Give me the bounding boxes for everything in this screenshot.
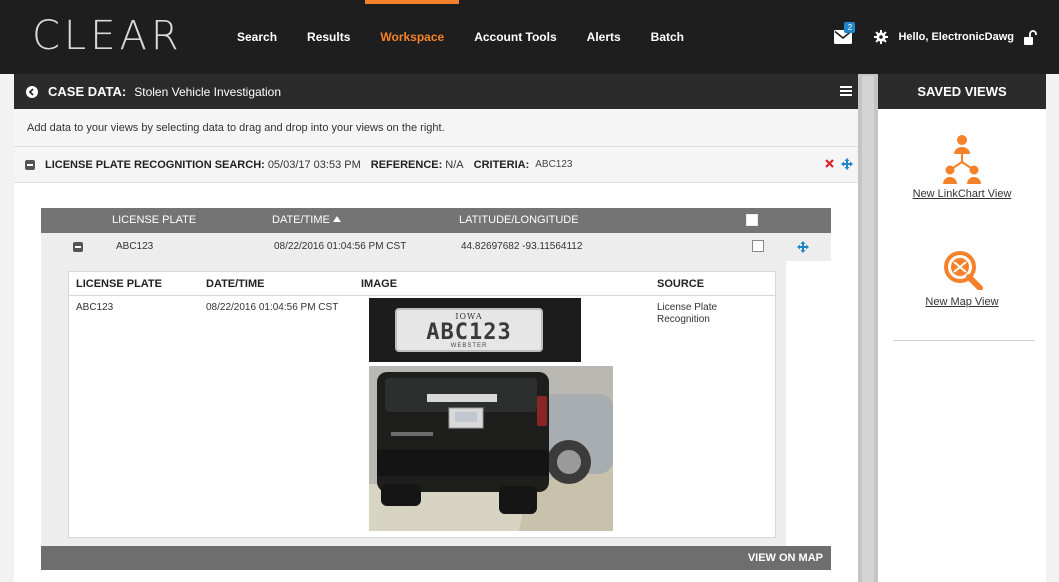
row-detail-panel: LICENSE PLATE DATE/TIME IMAGE SOURCE ABC…: [41, 261, 831, 546]
sidebar-divider: [894, 340, 1034, 341]
drag-row-icon[interactable]: [797, 241, 809, 253]
collapse-search-icon[interactable]: [25, 159, 35, 170]
user-greeting[interactable]: Hello, ElectronicDawg: [898, 31, 1014, 43]
saved-views-title: SAVED VIEWS: [878, 74, 1046, 109]
results-header: LICENSE PLATE DATE/TIME LATITUDE/LONGITU…: [41, 208, 831, 233]
table-row: ABC123 08/22/2016 01:04:56 PM CST Licens…: [69, 296, 775, 537]
plate-county: WEBSTER: [450, 343, 488, 349]
map-view-icon: [944, 251, 983, 290]
license-plate-graphic: IOWA ABC123 WEBSTER: [395, 308, 543, 352]
detail-col-license-plate: LICENSE PLATE: [76, 278, 162, 290]
vehicle-rear-image[interactable]: [369, 366, 613, 531]
detail-license-plate: ABC123: [76, 302, 114, 313]
detail-table-header: LICENSE PLATE DATE/TIME IMAGE SOURCE: [69, 272, 775, 296]
nav-results[interactable]: Results: [292, 0, 365, 74]
row-latlong: 44.82697682 -93.11564112: [461, 241, 583, 252]
results-footer: VIEW ON MAP: [41, 546, 831, 570]
detail-table: LICENSE PLATE DATE/TIME IMAGE SOURCE ABC…: [68, 271, 776, 538]
column-header-license-plate[interactable]: LICENSE PLATE: [112, 208, 196, 233]
hamburger-menu-icon[interactable]: [840, 86, 852, 96]
mail-badge: 2: [844, 22, 856, 33]
case-header: CASE DATA: Stolen Vehicle Investigation: [14, 74, 858, 109]
new-map-view-button[interactable]: New Map View: [878, 250, 1046, 308]
reference-label: REFERENCE:: [370, 158, 443, 171]
nav-batch[interactable]: Batch: [636, 0, 699, 74]
move-search-icon[interactable]: [841, 158, 853, 170]
detail-col-source: SOURCE: [657, 278, 705, 290]
sort-ascending-icon: [332, 216, 341, 222]
detail-side-strip: [786, 261, 831, 546]
nav-search[interactable]: Search: [222, 0, 292, 74]
gear-icon[interactable]: [874, 30, 889, 44]
nav-alerts[interactable]: Alerts: [572, 0, 636, 74]
plate-closeup-image[interactable]: IOWA ABC123 WEBSTER: [369, 298, 581, 362]
criteria-value: ABC123: [535, 159, 573, 170]
case-name: Stolen Vehicle Investigation: [134, 84, 282, 99]
case-label: CASE DATA:: [48, 84, 127, 99]
vehicle-photo-graphic: [369, 366, 613, 531]
view-on-map-button[interactable]: VIEW ON MAP: [748, 546, 823, 570]
detail-datetime: 08/22/2016 01:04:56 PM CST: [206, 302, 339, 313]
results-grid: LICENSE PLATE DATE/TIME LATITUDE/LONGITU…: [41, 208, 831, 570]
collapse-row-icon[interactable]: [73, 242, 83, 252]
linkchart-icon: [943, 135, 981, 184]
new-linkchart-view-button[interactable]: New LinkChart View: [878, 134, 1046, 200]
row-datetime: 08/22/2016 01:04:56 PM CST: [274, 241, 407, 252]
criteria-label: CRITERIA:: [473, 158, 530, 171]
detail-col-image: IMAGE: [361, 278, 398, 290]
collapse-circle-icon[interactable]: [26, 85, 38, 98]
reference-value: N/A: [445, 158, 464, 171]
nav-account-tools[interactable]: Account Tools: [459, 0, 571, 74]
column-header-latlong[interactable]: LATITUDE/LONGITUDE: [459, 208, 579, 233]
right-gutter: [1046, 74, 1059, 582]
search-datetime: 05/03/17 03:53 PM: [267, 158, 361, 171]
column-header-datetime-label: DATE/TIME: [272, 214, 330, 226]
saved-views-panel: SAVED VIEWS New LinkChart View New Map V…: [878, 74, 1046, 582]
mail-icon[interactable]: 2: [834, 22, 856, 44]
scrollbar-thumb[interactable]: [862, 76, 874, 582]
search-type-label: LICENSE PLATE RECOGNITION SEARCH:: [45, 158, 265, 171]
user-area: 2 Hello, ElectronicDawg: [834, 0, 1037, 74]
top-nav-bar: CLEAR Search Results Workspace Account T…: [0, 0, 1059, 74]
remove-search-icon[interactable]: [825, 159, 834, 168]
nav-workspace[interactable]: Workspace: [365, 0, 460, 74]
search-summary-bar: LICENSE PLATE RECOGNITION SEARCH: 05/03/…: [14, 147, 858, 183]
row-license-plate: ABC123: [116, 241, 154, 252]
plate-number: ABC123: [426, 320, 512, 345]
column-header-datetime[interactable]: DATE/TIME: [272, 208, 341, 233]
detail-source: License Plate Recognition: [657, 302, 718, 325]
case-data-panel: CASE DATA: Stolen Vehicle Investigation …: [14, 74, 858, 582]
detail-col-datetime: DATE/TIME: [206, 278, 265, 290]
table-row[interactable]: ABC123 08/22/2016 01:04:56 PM CST 44.826…: [41, 233, 831, 261]
new-linkchart-view-label: New LinkChart View: [912, 188, 1012, 200]
row-checkbox[interactable]: [752, 240, 764, 252]
unlock-icon[interactable]: [1024, 29, 1037, 45]
select-all-checkbox[interactable]: [746, 214, 758, 226]
app-logo[interactable]: CLEAR: [32, 14, 183, 58]
instruction-text: Add data to your views by selecting data…: [14, 109, 858, 147]
main-nav: Search Results Workspace Account Tools A…: [222, 0, 699, 74]
new-map-view-label: New Map View: [925, 296, 999, 308]
